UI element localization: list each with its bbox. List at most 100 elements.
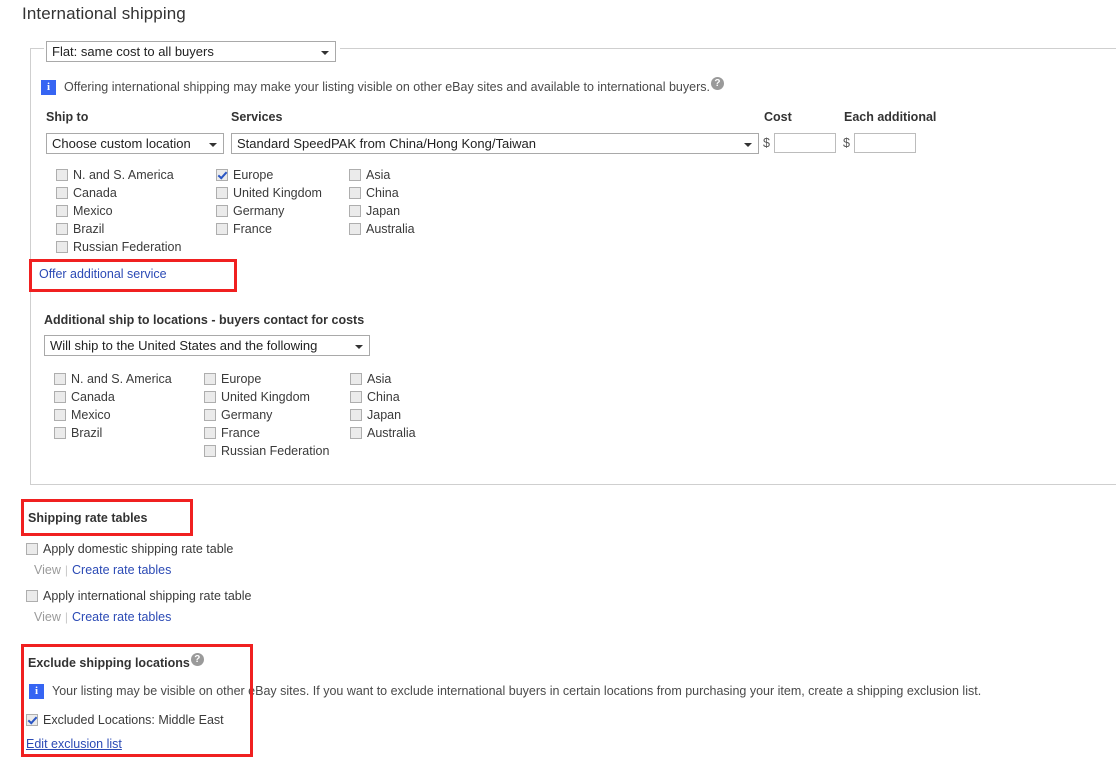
checkbox-additional-france[interactable] [204, 427, 216, 439]
column-header-ship-to: Ship to [46, 110, 89, 124]
edit-exclusion-list-link[interactable]: Edit exclusion list [26, 737, 122, 751]
exclude-info-text: Your listing may be visible on other eBa… [52, 684, 982, 698]
checkbox-france[interactable] [216, 223, 228, 235]
checkbox-australia[interactable] [349, 223, 361, 235]
checkbox-additional-n-and-s-america[interactable] [54, 373, 66, 385]
checkbox-label: Australia [367, 426, 416, 440]
checkbox-additional-australia[interactable] [350, 427, 362, 439]
checkbox-additional-asia[interactable] [350, 373, 362, 385]
checkbox-row[interactable]: China [350, 388, 416, 406]
create-international-rate-tables-link[interactable]: Create rate tables [72, 610, 171, 624]
checkbox-row[interactable]: Brazil [56, 220, 181, 238]
checkbox-row[interactable]: France [204, 424, 329, 442]
shipping-rate-tables-heading: Shipping rate tables [28, 511, 148, 525]
checkbox-canada[interactable] [56, 187, 68, 199]
checkbox-label: United Kingdom [221, 390, 310, 404]
checkbox-row[interactable]: Germany [204, 406, 329, 424]
checkbox-n-and-s-america[interactable] [56, 169, 68, 181]
page-title: International shipping [22, 4, 186, 23]
checkbox-additional-germany[interactable] [204, 409, 216, 421]
checkbox-japan[interactable] [349, 205, 361, 217]
checkbox-additional-europe[interactable] [204, 373, 216, 385]
checkbox-row[interactable]: Asia [349, 166, 415, 184]
international-shipping-panel [30, 48, 1116, 485]
checkbox-label: N. and S. America [73, 168, 174, 182]
additional-locations-column-2: Europe United Kingdom Germany France Rus… [204, 370, 329, 460]
exclude-shipping-locations-heading-label: Exclude shipping locations [28, 656, 190, 670]
checkbox-label: France [233, 222, 272, 236]
create-domestic-rate-tables-link[interactable]: Create rate tables [72, 563, 171, 577]
checkbox-label: Mexico [73, 204, 113, 218]
ship-to-select[interactable]: Choose custom location [46, 133, 224, 154]
checkbox-mexico[interactable] [56, 205, 68, 217]
cost-input[interactable] [774, 133, 836, 153]
checkbox-additional-russian-federation[interactable] [204, 445, 216, 457]
checkbox-row[interactable]: Russian Federation [204, 442, 329, 460]
checkbox-russian-federation[interactable] [56, 241, 68, 253]
checkbox-label: Europe [233, 168, 274, 182]
checkbox-asia[interactable] [349, 169, 361, 181]
checkbox-germany[interactable] [216, 205, 228, 217]
checkbox-label: Canada [71, 390, 115, 404]
apply-international-rate-table-row[interactable]: Apply international shipping rate table [26, 587, 251, 605]
checkbox-row[interactable]: Japan [350, 406, 416, 424]
checkbox-label: France [221, 426, 260, 440]
additional-locations-column-1: N. and S. America Canada Mexico Brazil [54, 370, 172, 442]
checkbox-label: Japan [367, 408, 402, 422]
checkbox-brazil[interactable] [56, 223, 68, 235]
shipping-type-select[interactable]: Flat: same cost to all buyers [46, 41, 336, 62]
checkbox-row[interactable]: United Kingdom [204, 388, 329, 406]
checkbox-additional-china[interactable] [350, 391, 362, 403]
cost-currency-symbol: $ [763, 136, 770, 150]
checkbox-label: Asia [366, 168, 391, 182]
checkbox-china[interactable] [349, 187, 361, 199]
checkbox-europe[interactable] [216, 169, 228, 181]
checkbox-row[interactable]: Brazil [54, 424, 172, 442]
info-icon: i [29, 684, 44, 699]
checkbox-row[interactable]: Europe [204, 370, 329, 388]
checkbox-row[interactable]: Asia [350, 370, 416, 388]
info-icon: i [41, 80, 56, 95]
question-mark-icon[interactable]: ? [710, 77, 724, 90]
checkbox-additional-japan[interactable] [350, 409, 362, 421]
checkbox-additional-united-kingdom[interactable] [204, 391, 216, 403]
checkbox-additional-canada[interactable] [54, 391, 66, 403]
shipping-service-select[interactable]: Standard SpeedPAK from China/Hong Kong/T… [231, 133, 759, 154]
checkbox-row[interactable]: Germany [216, 202, 322, 220]
checkbox-additional-mexico[interactable] [54, 409, 66, 421]
apply-domestic-rate-table-row[interactable]: Apply domestic shipping rate table [26, 540, 233, 558]
checkbox-row[interactable]: N. and S. America [56, 166, 181, 184]
checkbox-row[interactable]: Europe [216, 166, 322, 184]
shipping-service-select-value: Standard SpeedPAK from China/Hong Kong/T… [237, 136, 536, 151]
checkbox-row[interactable]: Australia [349, 220, 415, 238]
checkbox-row[interactable]: N. and S. America [54, 370, 172, 388]
checkbox-label: Canada [73, 186, 117, 200]
checkbox-apply-domestic-rate-table[interactable] [26, 543, 38, 555]
checkbox-additional-brazil[interactable] [54, 427, 66, 439]
additional-locations-select[interactable]: Will ship to the United States and the f… [44, 335, 370, 356]
checkbox-label: Europe [221, 372, 262, 386]
checkbox-row[interactable]: China [349, 184, 415, 202]
excluded-locations-row[interactable]: Excluded Locations: Middle East [26, 713, 224, 727]
column-header-services: Services [231, 110, 283, 124]
checkbox-row[interactable]: Australia [350, 424, 416, 442]
each-additional-input[interactable] [854, 133, 916, 153]
question-mark-icon[interactable]: ? [190, 653, 204, 666]
checkbox-row[interactable]: Canada [56, 184, 181, 202]
checkbox-row[interactable]: Russian Federation [56, 238, 181, 256]
checkbox-label: Apply domestic shipping rate table [43, 542, 234, 556]
checkbox-row[interactable]: Canada [54, 388, 172, 406]
checkbox-united-kingdom[interactable] [216, 187, 228, 199]
checkbox-row[interactable]: United Kingdom [216, 184, 322, 202]
checkbox-row[interactable]: France [216, 220, 322, 238]
international-info-text-label: Offering international shipping may make… [64, 80, 710, 94]
chevron-down-icon [209, 143, 217, 147]
checkbox-row[interactable]: Mexico [56, 202, 181, 220]
checkbox-row[interactable]: Mexico [54, 406, 172, 424]
checkbox-excluded-locations[interactable] [26, 714, 38, 726]
offer-additional-service-link[interactable]: Offer additional service [39, 267, 167, 281]
checkbox-apply-international-rate-table[interactable] [26, 590, 38, 602]
additional-locations-select-value: Will ship to the United States and the f… [50, 338, 318, 353]
checkbox-row[interactable]: Japan [349, 202, 415, 220]
link-separator: | [64, 610, 68, 624]
